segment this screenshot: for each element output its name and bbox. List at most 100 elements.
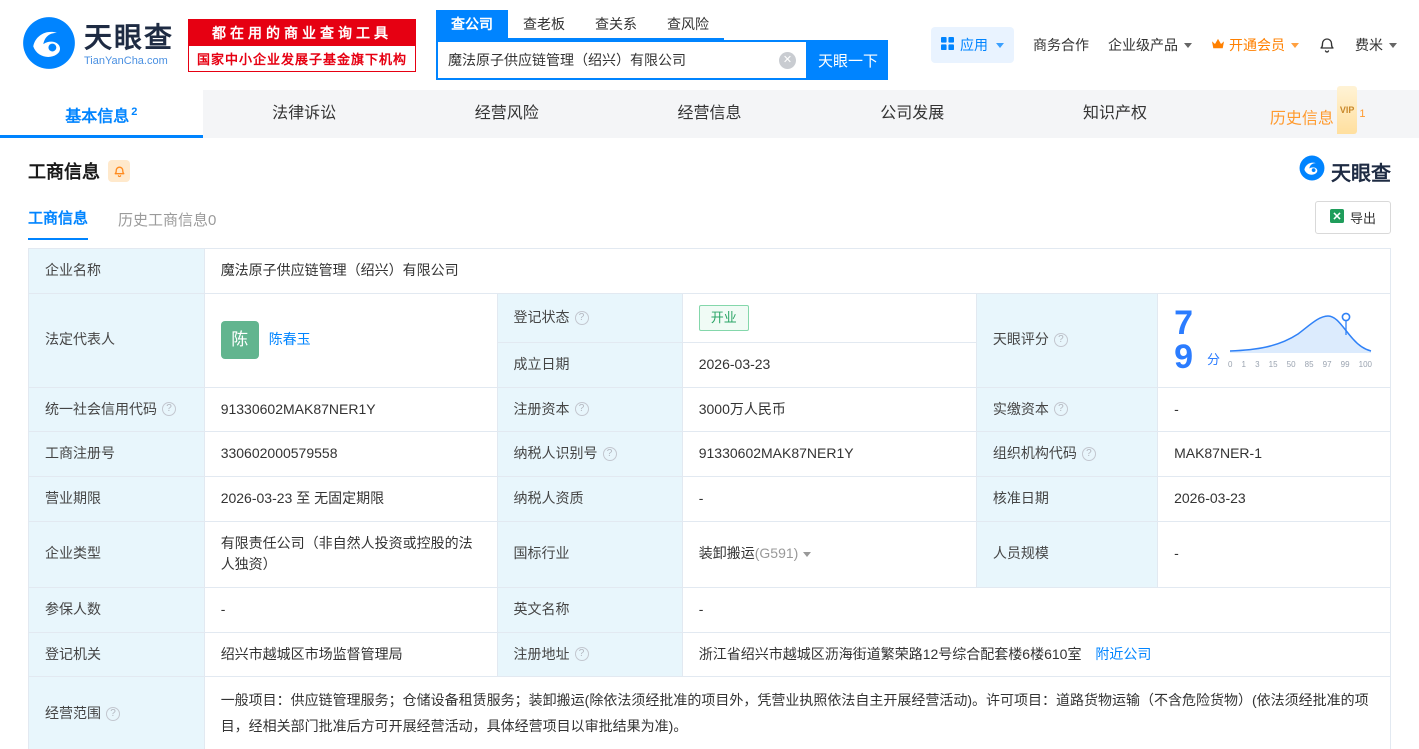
- org-code-value: MAK87NER-1: [1157, 431, 1391, 477]
- chevron-down-icon: [1291, 42, 1299, 48]
- tab-operating-info[interactable]: 经营信息: [608, 90, 811, 138]
- notification-bell-icon[interactable]: [1318, 36, 1336, 54]
- help-icon[interactable]: ?: [162, 402, 176, 417]
- slogan-banner: 都在用的商业查询工具 国家中小企业发展子基金旗下机构: [188, 18, 417, 72]
- search-tab-relation[interactable]: 查关系: [580, 10, 652, 38]
- open-membership-menu[interactable]: 开通会员: [1211, 35, 1299, 55]
- search-tab-boss[interactable]: 查老板: [508, 10, 580, 38]
- score-value[interactable]: 79: [1174, 306, 1201, 374]
- tab-history-info-badge: 1: [1359, 108, 1366, 120]
- app-menu[interactable]: 应用: [931, 27, 1014, 63]
- business-cooperation-label: 商务合作: [1033, 37, 1089, 53]
- tianyancha-logo[interactable]: 天眼查 TianYanCha.com: [22, 16, 174, 75]
- tyc-score-cell: 79 分 0 1 3 15 50 85 97 99 100: [1157, 292, 1391, 388]
- search-area: 查公司 查老板 查关系 查风险 ✕ 天眼一下: [436, 10, 889, 80]
- business-term-value: 2026-03-23 至 无固定期限: [203, 475, 498, 522]
- nearby-companies-link[interactable]: 附近公司: [1095, 646, 1151, 662]
- subtab-history-business-info[interactable]: 历史工商信息0: [118, 209, 216, 240]
- search-input[interactable]: [448, 52, 780, 68]
- tab-operating-info-label: 经营信息: [677, 105, 742, 122]
- score-distribution-chart: 0 1 3 15 50 85 97 99 100: [1226, 309, 1374, 372]
- business-info-table: 企业名称 魔法原子供应链管理（绍兴）有限公司 法定代表人 陈 陈春玉 登记状态?…: [28, 248, 1392, 749]
- chevron-down-icon: [1389, 42, 1397, 48]
- legal-rep-link[interactable]: 陈春玉: [269, 329, 311, 351]
- tianyancha-logo-icon-small: [1299, 155, 1325, 187]
- tab-intellectual-property[interactable]: 知识产权: [1014, 90, 1217, 138]
- business-cooperation-link[interactable]: 商务合作: [1033, 35, 1089, 55]
- status-badge: 开业: [698, 304, 749, 331]
- insured-count-value: -: [203, 586, 498, 633]
- help-icon[interactable]: ?: [574, 647, 589, 662]
- search-button[interactable]: 天眼一下: [808, 40, 889, 80]
- reg-status-label: 登记状态?: [514, 307, 666, 329]
- business-scope-label: 经营范围?: [45, 703, 188, 725]
- staff-size-value: -: [1157, 520, 1391, 588]
- help-icon[interactable]: ?: [574, 310, 589, 325]
- credit-code-label: 统一社会信用代码?: [45, 399, 188, 421]
- english-name-label: 英文名称: [513, 600, 570, 617]
- staff-size-label: 人员规模: [992, 545, 1049, 562]
- legal-rep-avatar[interactable]: 陈: [220, 321, 259, 360]
- reg-status-cell: 开业: [681, 292, 977, 343]
- score-unit: 分: [1206, 351, 1220, 367]
- registry-label: 登记机关: [45, 645, 101, 662]
- paid-capital-label: 实缴资本?: [993, 399, 1141, 421]
- industry-cell: 装卸搬运 (G591): [681, 520, 977, 588]
- user-menu-label: 费米: [1355, 37, 1383, 53]
- export-button[interactable]: 导出: [1314, 201, 1391, 234]
- brand-watermark-text: 天眼查: [1331, 162, 1391, 185]
- insured-count-label: 参保人数: [45, 600, 101, 617]
- grid-icon: [941, 37, 954, 53]
- clear-search-icon[interactable]: ✕: [779, 51, 797, 69]
- subtab-business-info[interactable]: 工商信息: [28, 207, 89, 240]
- paid-capital-value: -: [1157, 386, 1391, 433]
- export-button-label: 导出: [1349, 211, 1376, 226]
- reg-capital-value: 3000万人民币: [681, 386, 977, 433]
- header-right-menu: 应用 商务合作 企业级产品 开通会员 费米: [931, 27, 1397, 63]
- legal-rep-cell: 陈 陈春玉: [203, 292, 498, 388]
- industry-label: 国标行业: [513, 545, 570, 562]
- logo-domain-text: TianYanCha.com: [84, 54, 168, 67]
- help-icon[interactable]: ?: [1053, 333, 1068, 348]
- tab-operating-risk[interactable]: 经营风险: [405, 90, 608, 138]
- industry-name: 装卸搬运: [698, 545, 755, 562]
- subtab-row: 工商信息 历史工商信息0 导出: [0, 193, 1419, 240]
- tab-company-development[interactable]: 公司发展: [811, 90, 1014, 138]
- company-type-value: 有限责任公司（非自然人投资或控股的法人独资）: [203, 520, 498, 588]
- company-name-label: 企业名称: [45, 262, 101, 278]
- search-tab-company[interactable]: 查公司: [436, 10, 509, 38]
- address-label: 注册地址?: [514, 644, 666, 666]
- search-tab-risk[interactable]: 查风险: [652, 10, 724, 38]
- enterprise-products-menu[interactable]: 企业级产品: [1108, 35, 1192, 55]
- tab-basic-info[interactable]: 基本信息 2: [0, 90, 203, 138]
- establish-date-label: 成立日期: [513, 355, 570, 372]
- top-header: 天眼查 TianYanCha.com 都在用的商业查询工具 国家中小企业发展子基…: [0, 0, 1419, 90]
- address-value: 浙江省绍兴市越城区沥海街道繁荣路12号综合配套楼6楼610室: [698, 645, 1082, 662]
- user-menu[interactable]: 费米: [1355, 35, 1397, 55]
- enterprise-products-label: 企业级产品: [1108, 37, 1178, 53]
- tab-legal-proceedings-label: 法律诉讼: [272, 105, 337, 122]
- slogan-line-1: 都在用的商业查询工具: [189, 19, 416, 46]
- app-menu-label: 应用: [960, 37, 988, 53]
- chevron-down-icon[interactable]: [803, 551, 812, 557]
- taxpayer-qualification-label: 纳税人资质: [513, 489, 584, 506]
- taxpayer-id-value: 91330602MAK87NER1Y: [681, 431, 977, 477]
- help-icon[interactable]: ?: [602, 447, 617, 462]
- tyc-score-label: 天眼评分?: [993, 329, 1141, 351]
- subscribe-bell-icon[interactable]: [108, 160, 130, 182]
- company-name-value: 魔法原子供应链管理（绍兴）有限公司: [203, 248, 1392, 294]
- help-icon[interactable]: ?: [1081, 447, 1096, 462]
- tab-history-info[interactable]: 历史信息VIP 1: [1216, 86, 1419, 138]
- approval-date-label: 核准日期: [992, 489, 1049, 506]
- tab-company-development-label: 公司发展: [880, 105, 945, 122]
- section-header: 工商信息 天眼查: [0, 138, 1419, 193]
- vip-badge: VIP: [1336, 86, 1358, 134]
- help-icon[interactable]: ?: [106, 706, 120, 721]
- tab-basic-info-label: 基本信息: [65, 108, 130, 126]
- registry-value: 绍兴市越城区市场监督管理局: [203, 631, 498, 678]
- search-type-tabs: 查公司 查老板 查关系 查风险: [436, 10, 725, 40]
- help-icon[interactable]: ?: [574, 402, 589, 417]
- help-icon[interactable]: ?: [1053, 402, 1068, 417]
- tab-legal-proceedings[interactable]: 法律诉讼: [203, 90, 406, 138]
- business-scope-value: 一般项目：供应链管理服务；仓储设备租赁服务；装卸搬运(除依法须经批准的项目外，凭…: [203, 676, 1392, 749]
